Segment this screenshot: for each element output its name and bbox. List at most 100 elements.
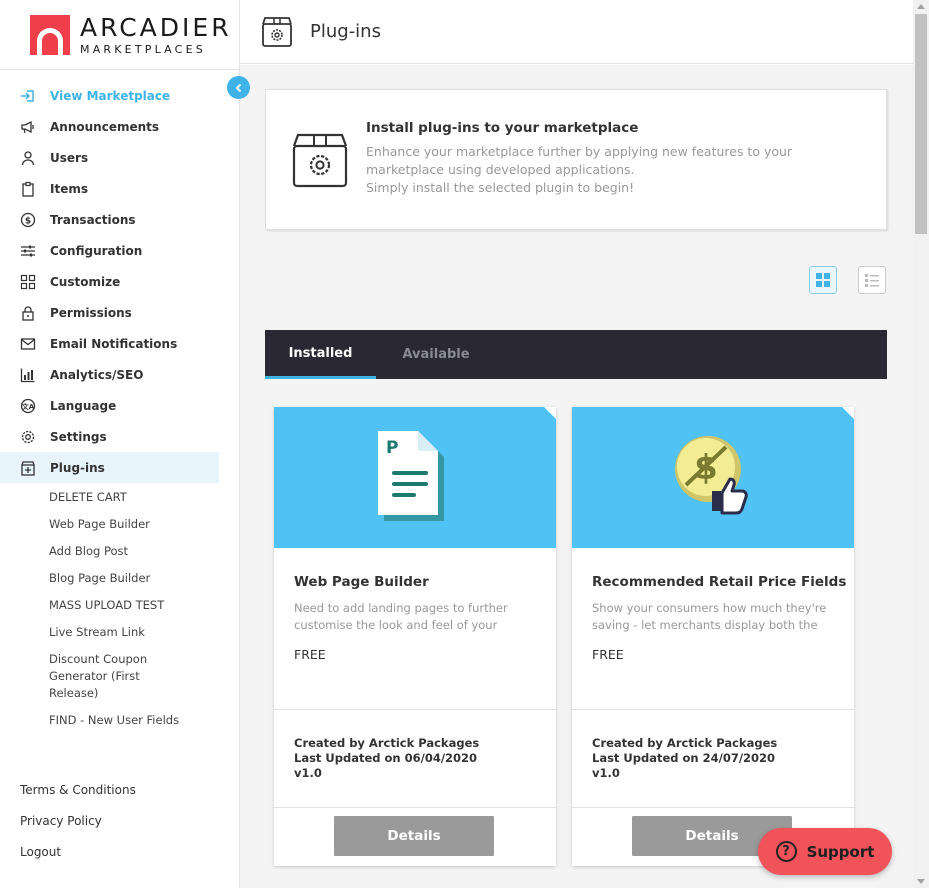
divider bbox=[274, 807, 556, 808]
gear-icon bbox=[20, 429, 36, 445]
page-title: Plug-ins bbox=[310, 21, 381, 42]
logo-mark-icon bbox=[30, 15, 70, 55]
svg-text:$: $ bbox=[25, 216, 31, 226]
privacy-link[interactable]: Privacy Policy bbox=[20, 811, 136, 842]
sidebar-item-permissions[interactable]: Permissions bbox=[0, 297, 219, 328]
sidebar-item-view-marketplace[interactable]: View Marketplace bbox=[0, 80, 219, 111]
plugin-box-icon bbox=[260, 15, 294, 49]
sidebar-subitem-live-stream-link[interactable]: Live Stream Link bbox=[0, 619, 219, 646]
sidebar-item-label: Items bbox=[50, 181, 88, 196]
svg-text:P: P bbox=[386, 438, 398, 458]
translate-icon: 文A bbox=[20, 398, 36, 414]
logout-link[interactable]: Logout bbox=[20, 842, 136, 873]
terms-link[interactable]: Terms & Conditions bbox=[20, 780, 136, 811]
bar-chart-icon bbox=[20, 367, 36, 383]
plugin-card[interactable]: P Web Page Builder Need to add landing p… bbox=[274, 407, 556, 866]
plugin-card-author: Created by Arctick Packages bbox=[294, 736, 480, 750]
sidebar: ARCADIER MARKETPLACES View Marketplace A… bbox=[0, 0, 240, 888]
sidebar-subitem-blog-page-builder[interactable]: Blog Page Builder bbox=[0, 565, 219, 592]
plugin-card-updated: Last Updated on 06/04/2020 bbox=[294, 751, 478, 765]
tab-installed[interactable]: Installed bbox=[265, 330, 376, 379]
sidebar-item-plug-ins[interactable]: Plug-ins bbox=[0, 452, 219, 483]
envelope-icon bbox=[20, 336, 36, 352]
document-icon: P bbox=[378, 431, 444, 521]
plugin-card-version: v1.0 bbox=[294, 766, 322, 780]
sidebar-item-label: Configuration bbox=[50, 243, 143, 258]
grid-view-toggle[interactable] bbox=[809, 266, 837, 294]
support-button[interactable]: ? Support bbox=[758, 828, 892, 875]
sidebar-item-label: Language bbox=[50, 398, 117, 413]
plugin-card-version: v1.0 bbox=[592, 766, 620, 780]
intro-title: Install plug-ins to your marketplace bbox=[366, 120, 639, 136]
sidebar-item-analytics-seo[interactable]: Analytics/SEO bbox=[0, 359, 219, 390]
list-view-toggle[interactable] bbox=[858, 266, 886, 294]
sidebar-subitem-web-page-builder[interactable]: Web Page Builder bbox=[0, 511, 219, 538]
collapse-sidebar-button[interactable] bbox=[227, 76, 250, 99]
megaphone-icon bbox=[20, 119, 36, 135]
intro-instruction: Simply install the selected plugin to be… bbox=[366, 180, 635, 195]
intro-panel: Install plug-ins to your marketplace Enh… bbox=[265, 89, 887, 230]
logo-tagline: MARKETPLACES bbox=[80, 43, 206, 56]
sidebar-item-announcements[interactable]: Announcements bbox=[0, 111, 219, 142]
sidebar-item-users[interactable]: Users bbox=[0, 142, 219, 173]
intro-description: Enhance your marketplace further by appl… bbox=[366, 144, 793, 177]
svg-text:文A: 文A bbox=[22, 402, 35, 411]
plugin-card-description: Show your consumers how much they're sav… bbox=[592, 601, 827, 632]
logo-name: ARCADIER bbox=[80, 13, 232, 42]
sidebar-item-label: Users bbox=[50, 150, 89, 165]
plugin-tabs: Installed Available bbox=[265, 330, 887, 379]
plugin-card-author: Created by Arctick Packages bbox=[592, 736, 778, 750]
sidebar-divider bbox=[0, 69, 240, 70]
sidebar-item-label: View Marketplace bbox=[50, 88, 171, 103]
sidebar-item-settings[interactable]: Settings bbox=[0, 421, 219, 452]
plugin-card-updated: Last Updated on 24/07/2020 bbox=[592, 751, 776, 765]
page-scrollbar[interactable] bbox=[913, 0, 929, 888]
plugin-card[interactable]: $ Recommended Retail Price Fields Show y… bbox=[572, 407, 854, 866]
plugin-card-title: Web Page Builder bbox=[294, 574, 429, 590]
sidebar-footer: Terms & Conditions Privacy Policy Logout bbox=[20, 780, 136, 873]
scroll-up-icon[interactable] bbox=[917, 4, 925, 9]
sidebar-item-label: Analytics/SEO bbox=[50, 367, 144, 382]
sidebar-item-label: Settings bbox=[50, 429, 107, 444]
sidebar-item-label: Transactions bbox=[50, 212, 136, 227]
arcadier-logo[interactable]: ARCADIER MARKETPLACES bbox=[30, 14, 232, 56]
question-icon: ? bbox=[775, 841, 797, 862]
dollar-icon: $ bbox=[20, 212, 36, 228]
sidebar-item-items[interactable]: Items bbox=[0, 173, 219, 204]
user-icon bbox=[20, 150, 36, 166]
sidebar-item-language[interactable]: 文A Language bbox=[0, 390, 219, 421]
sidebar-nav: View Marketplace Announcements Users Ite… bbox=[0, 80, 219, 734]
scrollbar-thumb[interactable] bbox=[915, 14, 927, 234]
sidebar-item-label: Permissions bbox=[50, 305, 132, 320]
sidebar-item-label: Plug-ins bbox=[50, 460, 105, 475]
plugin-box-icon bbox=[291, 132, 349, 188]
list-view-icon bbox=[865, 274, 879, 287]
plugin-card-title: Recommended Retail Price Fields bbox=[592, 574, 847, 590]
sidebar-item-label: Announcements bbox=[50, 119, 160, 134]
coin-thumbs-up-icon: $ bbox=[675, 436, 748, 515]
sidebar-subitem-discount-coupon[interactable]: Discount Coupon Generator (First Release… bbox=[0, 646, 160, 707]
clipboard-icon bbox=[20, 181, 36, 197]
plugin-card-banner: P bbox=[274, 407, 556, 548]
plugin-card-description: Need to add landing pages to further cus… bbox=[294, 601, 508, 632]
sidebar-item-transactions[interactable]: $ Transactions bbox=[0, 204, 219, 235]
sidebar-item-email-notifications[interactable]: Email Notifications bbox=[0, 328, 219, 359]
lock-icon bbox=[20, 305, 36, 321]
support-label: Support bbox=[806, 842, 875, 861]
page-header: Plug-ins bbox=[240, 0, 913, 64]
details-button[interactable]: Details bbox=[334, 816, 494, 856]
plugin-icon bbox=[20, 460, 36, 476]
sliders-icon bbox=[20, 243, 36, 259]
sidebar-item-configuration[interactable]: Configuration bbox=[0, 235, 219, 266]
sidebar-subitem-add-blog-post[interactable]: Add Blog Post bbox=[0, 538, 219, 565]
scroll-down-icon[interactable] bbox=[917, 879, 925, 884]
sidebar-subitem-delete-cart[interactable]: DELETE CART bbox=[0, 484, 219, 511]
grid-view-icon bbox=[816, 273, 830, 287]
divider bbox=[274, 709, 556, 710]
sidebar-subitem-mass-upload-test[interactable]: MASS UPLOAD TEST bbox=[0, 592, 219, 619]
sidebar-item-label: Customize bbox=[50, 274, 121, 289]
sidebar-subitem-find-new-user-fields[interactable]: FIND - New User Fields bbox=[0, 707, 219, 734]
sidebar-item-customize[interactable]: Customize bbox=[0, 266, 219, 297]
tab-available[interactable]: Available bbox=[376, 330, 496, 379]
grid-icon bbox=[20, 274, 36, 290]
